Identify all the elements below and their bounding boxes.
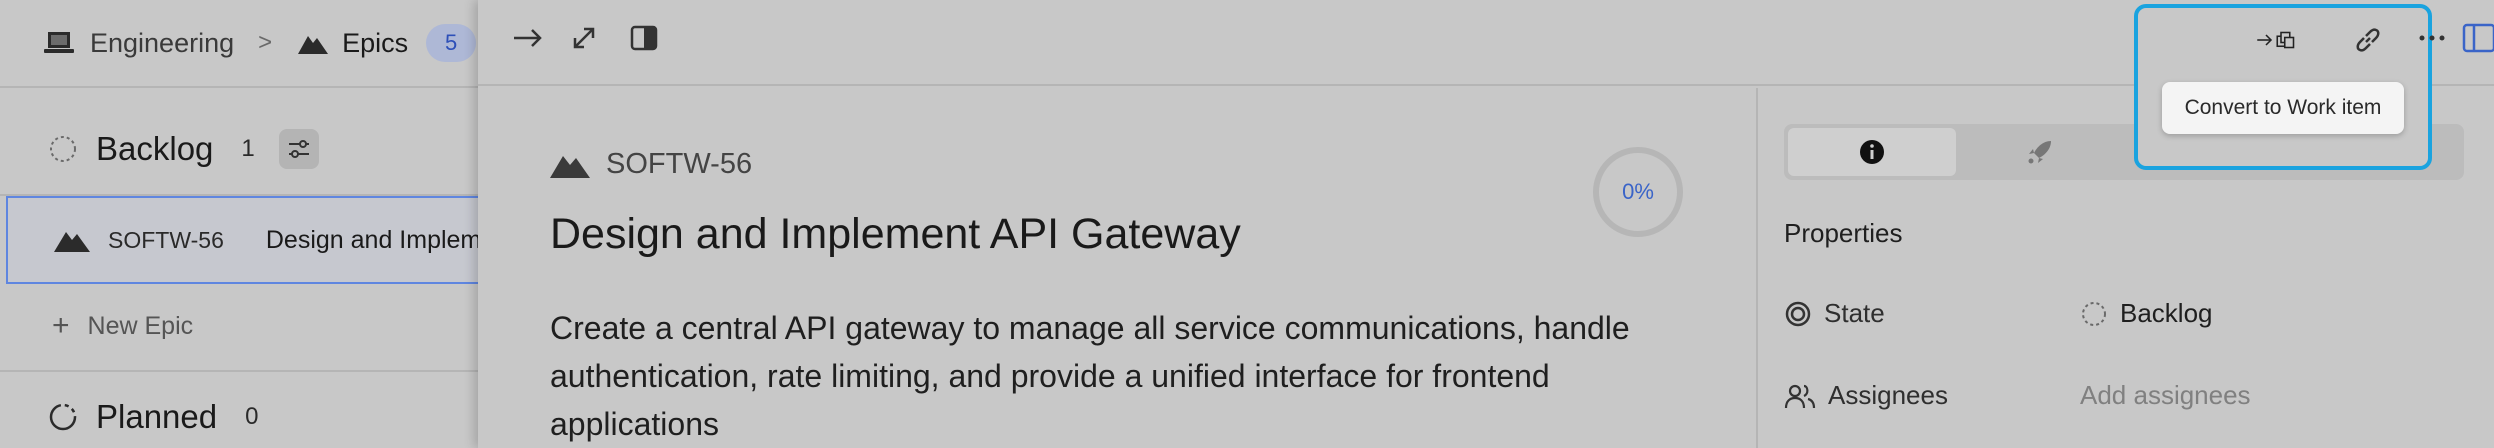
link-icon <box>2356 28 2380 52</box>
list-item-id: SOFTW-56 <box>108 226 224 253</box>
expand-icon <box>573 27 595 49</box>
breadcrumb-workspace[interactable]: Engineering <box>90 28 234 59</box>
state-circle-icon <box>1785 301 1811 326</box>
epic-title[interactable]: Design and Implement API Gateway <box>550 210 1241 259</box>
state-dropdown[interactable]: Backlog <box>2080 298 2213 329</box>
arrow-right-icon <box>514 29 542 47</box>
tab-info[interactable] <box>1788 128 1956 176</box>
dashed-circle-icon <box>2082 301 2106 326</box>
toggle-sidebar-button[interactable] <box>2462 18 2494 58</box>
breadcrumb-separator: > <box>258 29 273 56</box>
group-label: Backlog <box>96 130 214 167</box>
rocket-icon <box>2028 141 2051 164</box>
group-label: Planned <box>96 398 218 435</box>
epic-identifier: SOFTW-56 <box>550 148 752 181</box>
state-label: State <box>1824 298 1885 328</box>
ellipsis-icon <box>2419 35 2445 41</box>
panel-icon <box>630 25 658 51</box>
side-peek-button[interactable] <box>624 18 664 58</box>
copy-link-button[interactable] <box>2348 20 2388 60</box>
property-state-label: State <box>1784 298 1885 329</box>
breadcrumb-epics[interactable]: Epics <box>342 28 408 59</box>
display-filter-button[interactable] <box>278 129 319 169</box>
mountain-icon <box>550 155 590 178</box>
new-epic-label: New Epic <box>87 311 194 340</box>
convert-action-highlight: Convert to Work item <box>2134 4 2432 170</box>
state-value: Backlog <box>2120 298 2213 328</box>
assignees-dropdown[interactable]: Add assignees <box>2080 380 2251 411</box>
sliders-icon <box>288 140 309 158</box>
group-header-planned[interactable]: Planned 0 <box>0 370 480 448</box>
group-header-backlog[interactable]: Backlog 1 <box>0 104 480 196</box>
plus-icon: + <box>52 309 70 342</box>
mountain-icon <box>54 228 90 252</box>
epic-count-badge: 5 <box>426 24 477 62</box>
property-assignees-label: Assignees <box>1784 380 1948 411</box>
users-icon <box>1784 384 1816 408</box>
convert-icon <box>2257 31 2295 49</box>
more-options-button[interactable] <box>2412 18 2452 58</box>
epic-list-pane: Engineering > Epics 5 Backlog 1 SOFTW-56… <box>0 0 480 448</box>
tab-updates[interactable] <box>1956 128 2124 176</box>
list-item-title: Design and Implement API Gateway <box>265 225 480 254</box>
epic-main-content: SOFTW-56 Design and Implement API Gatewa… <box>478 88 1758 448</box>
close-peek-button[interactable] <box>508 18 548 58</box>
assignees-placeholder: Add assignees <box>2080 380 2251 410</box>
convert-to-work-item-button[interactable] <box>2256 20 2296 60</box>
dashed-circle-icon <box>48 134 78 164</box>
breadcrumb: Engineering > Epics 5 <box>0 0 480 88</box>
epic-id: SOFTW-56 <box>606 148 753 180</box>
laptop-icon <box>44 30 74 56</box>
progress-percent: 0% <box>1622 179 1654 204</box>
properties-heading: Properties <box>1784 218 1903 248</box>
group-count: 1 <box>241 135 255 162</box>
info-icon <box>1860 140 1884 164</box>
epic-description[interactable]: Create a central API gateway to manage a… <box>550 304 1650 448</box>
group-count: 0 <box>245 403 259 430</box>
panel-icon <box>2462 23 2494 53</box>
mountain-icon <box>298 32 329 54</box>
partial-circle-icon <box>48 402 78 432</box>
assignees-label: Assignees <box>1828 380 1948 410</box>
new-epic-button[interactable]: + New Epic <box>52 306 193 346</box>
expand-button[interactable] <box>564 18 604 58</box>
list-item[interactable]: SOFTW-56 Design and Implement API Gatewa… <box>6 196 480 284</box>
convert-tooltip: Convert to Work item <box>2162 82 2404 134</box>
progress-ring: 0% <box>1590 144 1686 240</box>
